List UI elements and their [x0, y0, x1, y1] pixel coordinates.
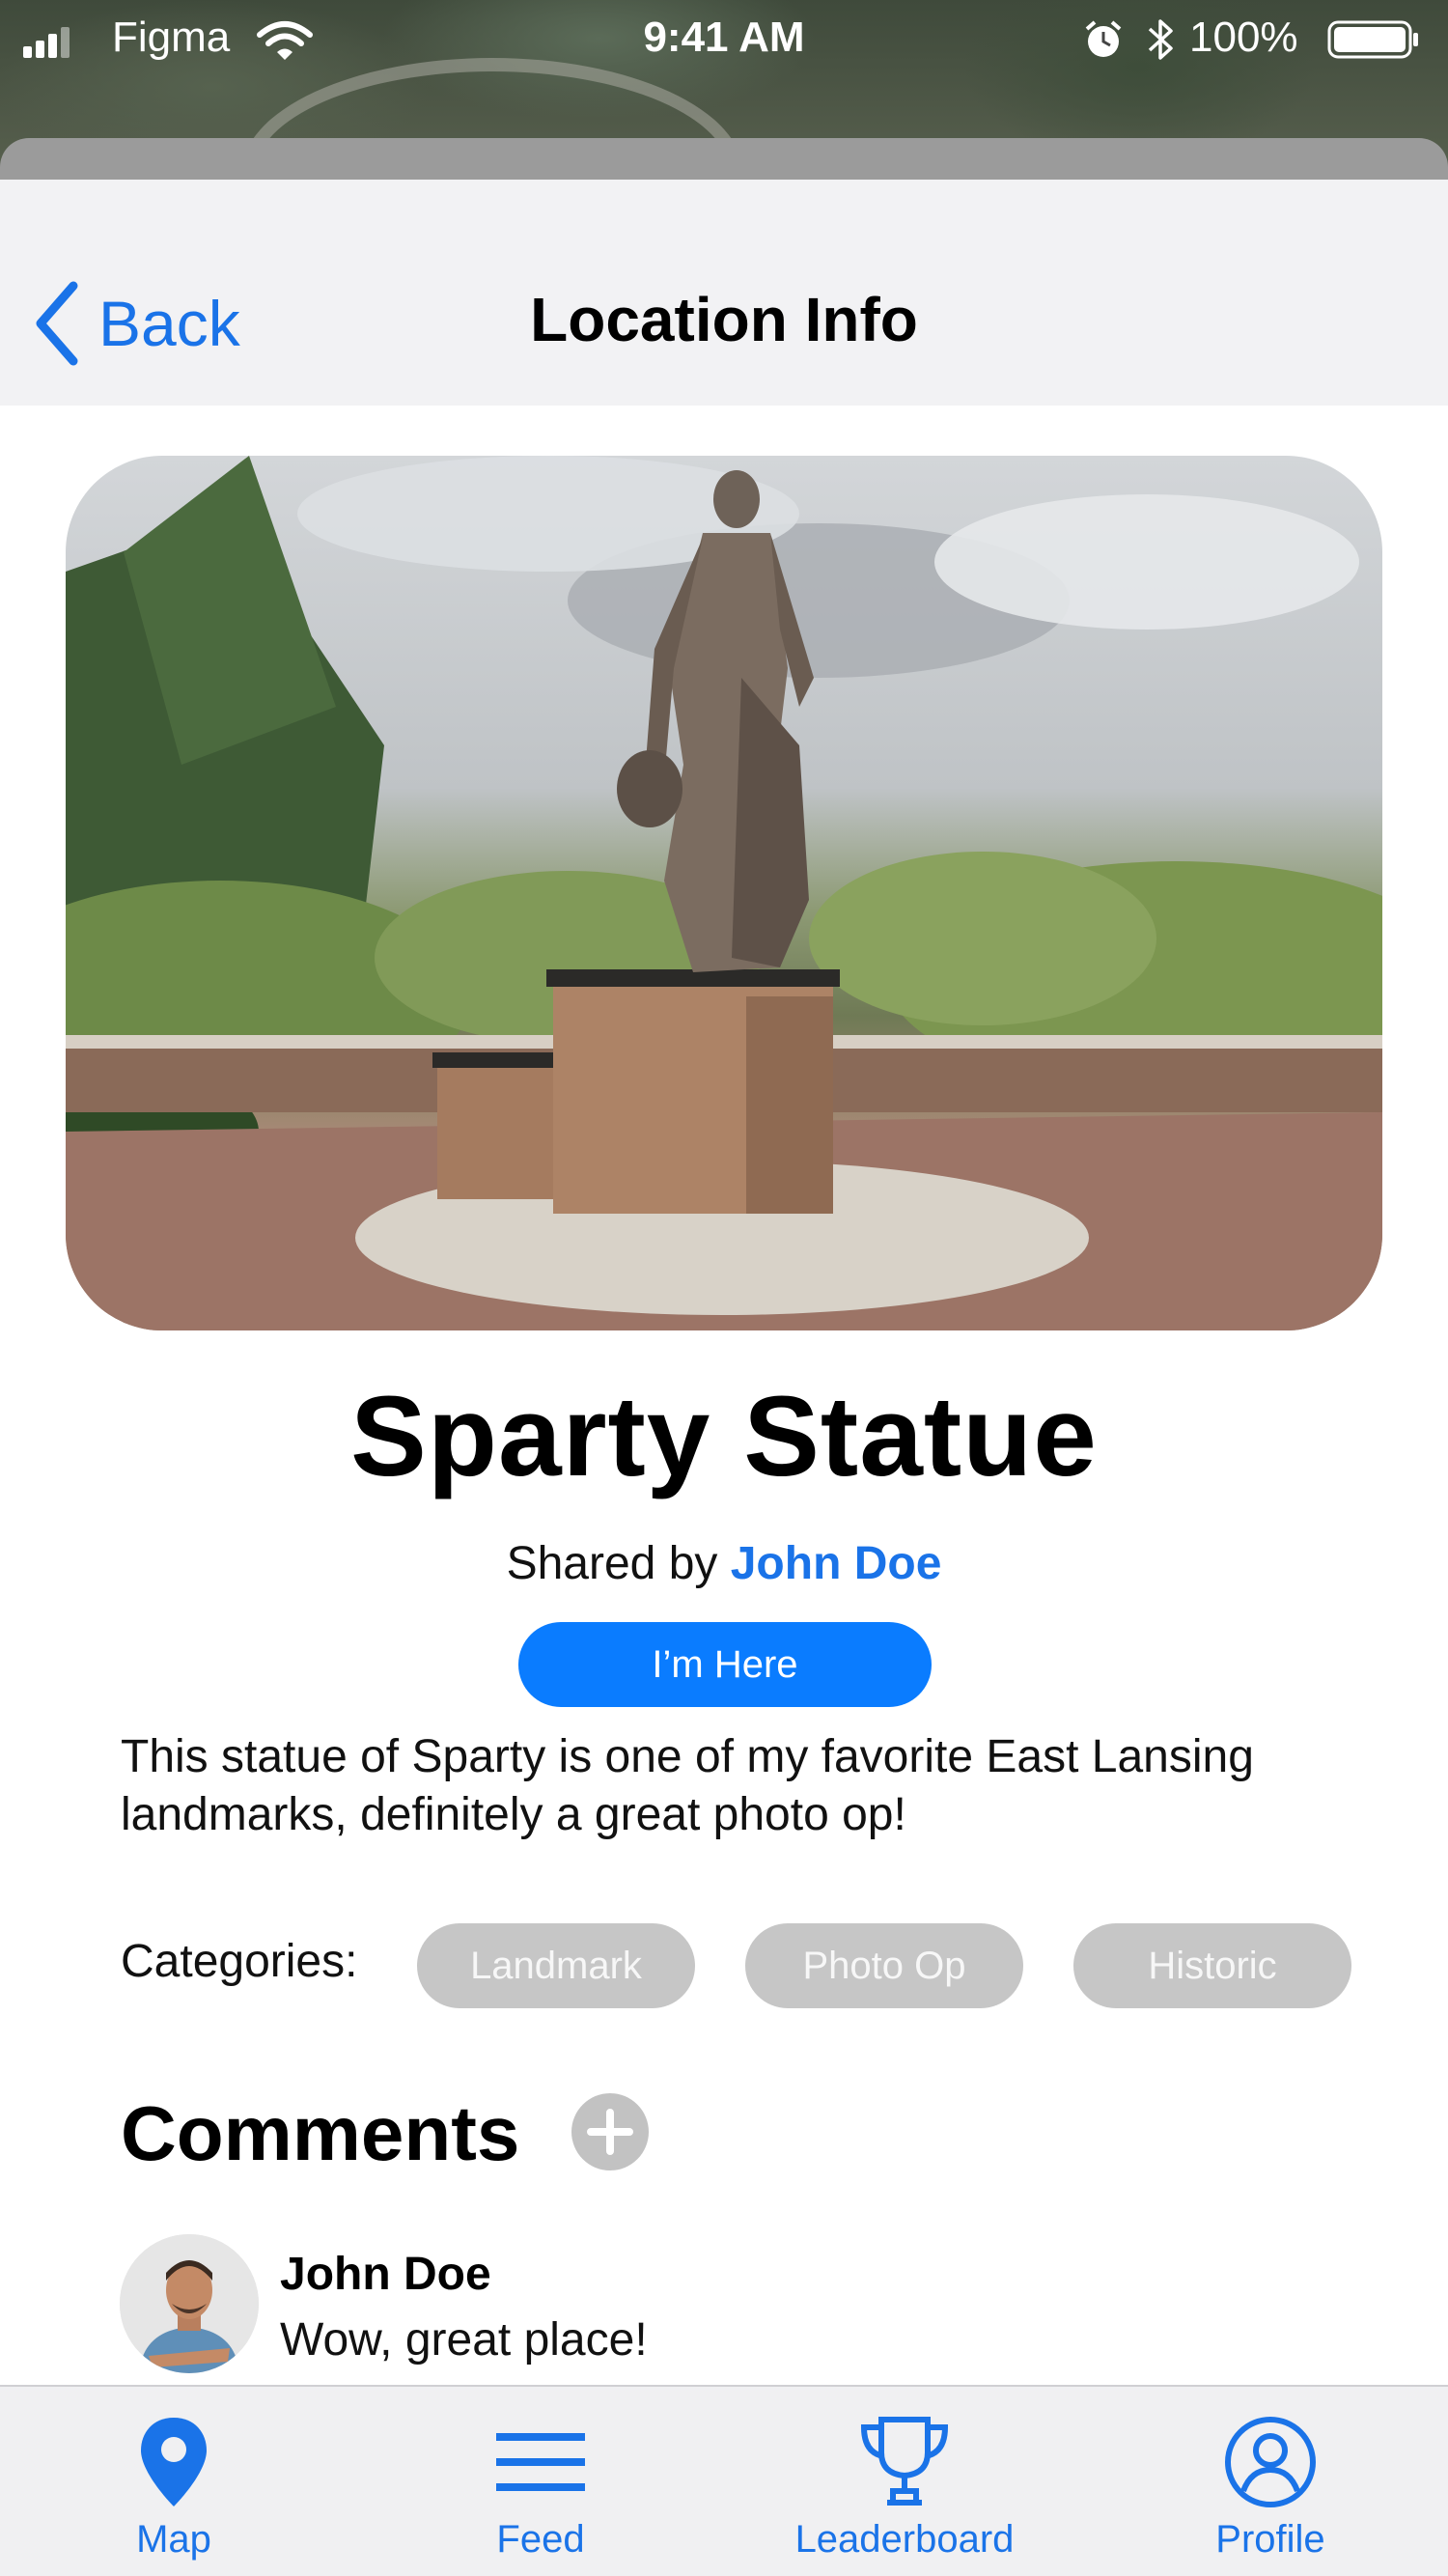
- tab-label: Profile: [1215, 2518, 1325, 2561]
- location-name: Sparty Statue: [350, 1373, 1098, 1500]
- categories-label: Categories:: [121, 1936, 358, 1987]
- avatar: [120, 2234, 259, 2373]
- comments-heading: Comments: [121, 2090, 520, 2176]
- page-title: Location Info: [530, 285, 918, 354]
- bluetooth-icon: [1148, 19, 1173, 60]
- plus-icon: [587, 2109, 633, 2155]
- tab-leaderboard[interactable]: Leaderboard: [779, 2387, 1030, 2576]
- comment-author: John Doe: [280, 2249, 491, 2300]
- alarm-icon: [1085, 20, 1122, 57]
- battery-percent: 100%: [1189, 14, 1298, 61]
- statue-illustration: [66, 456, 1382, 1330]
- user-circle-icon: [1225, 2417, 1316, 2507]
- tab-feed[interactable]: Feed: [415, 2387, 666, 2576]
- category-chip[interactable]: Historic: [1073, 1923, 1351, 2008]
- tab-label: Feed: [496, 2518, 585, 2561]
- im-here-button[interactable]: I’m Here: [518, 1622, 932, 1707]
- tab-profile[interactable]: Profile: [1145, 2387, 1396, 2576]
- location-description: This statue of Sparty is one of my favor…: [121, 1731, 1254, 1840]
- tab-label: Map: [136, 2518, 211, 2561]
- menu-lines-icon: [496, 2433, 585, 2491]
- status-bar: Figma 9:41 AM 100%: [0, 0, 1448, 77]
- comment-text: Wow, great place!: [280, 2314, 648, 2366]
- tab-label: Leaderboard: [794, 2518, 1015, 2561]
- add-comment-button[interactable]: [571, 2093, 649, 2170]
- trophy-icon: [860, 2417, 949, 2506]
- tab-map[interactable]: Map: [48, 2387, 299, 2576]
- shared-by-line: Shared by John Doe: [0, 1537, 1448, 1590]
- tab-bar: Map Feed Leaderboard Profile: [0, 2385, 1448, 2576]
- map-pin-icon: [141, 2418, 207, 2506]
- category-chip[interactable]: Photo Op: [745, 1923, 1023, 2008]
- location-photo: [66, 456, 1382, 1330]
- battery-icon: [1327, 20, 1418, 59]
- user-photo-icon: [120, 2234, 259, 2373]
- shared-by-prefix: Shared by: [506, 1538, 718, 1589]
- shared-by-author-link[interactable]: John Doe: [731, 1538, 942, 1589]
- category-chip[interactable]: Landmark: [417, 1923, 695, 2008]
- nav-bar: Back Location Info: [0, 180, 1448, 406]
